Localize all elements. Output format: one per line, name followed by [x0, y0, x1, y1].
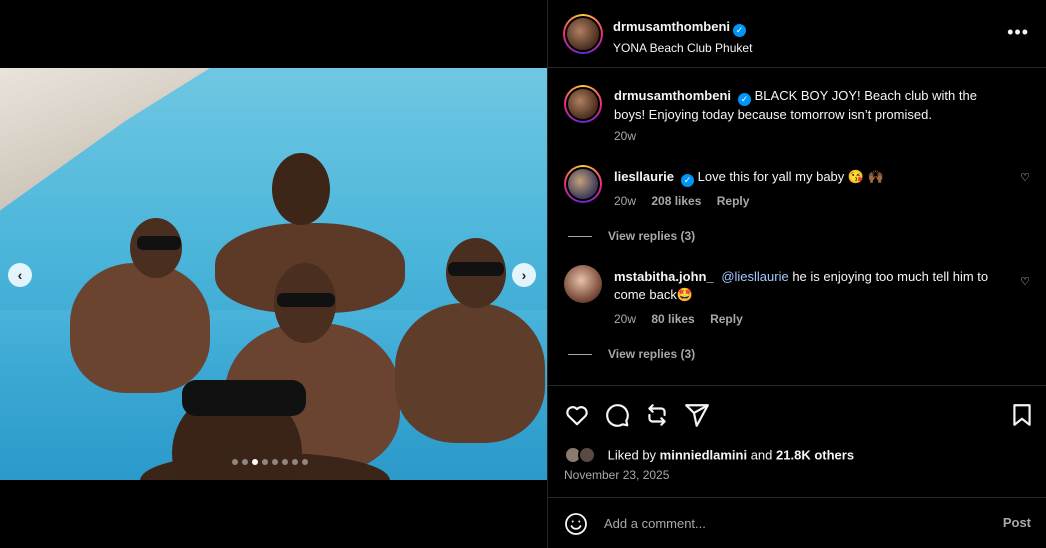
comment-icon: [606, 404, 629, 427]
repost-icon: [648, 404, 666, 426]
post-header: drmusamthombeni ✓ YONA Beach Club Phuket …: [548, 0, 1046, 68]
comment-likes[interactable]: 80 likes: [651, 312, 694, 326]
carousel-dot: [282, 459, 288, 465]
comment-mention[interactable]: @liesllaurie: [721, 269, 788, 284]
post-location[interactable]: YONA Beach Club Phuket: [613, 41, 752, 55]
caption-avatar[interactable]: [564, 85, 602, 123]
more-horizontal-icon: •••: [1007, 22, 1029, 42]
reply-button[interactable]: Reply: [717, 194, 750, 208]
comment-item: mstabitha.john_ @liesllaurie he is enjoy…: [564, 265, 1034, 365]
comment-button[interactable]: [604, 402, 630, 428]
comment-time: 20w: [614, 312, 637, 326]
commenter-username[interactable]: liesllaurie: [614, 169, 674, 184]
author-avatar[interactable]: [563, 14, 603, 54]
comment-item: liesllaurie ✓ Love this for yall my baby …: [564, 165, 1034, 255]
comments-list: drmusamthombeni ✓ BLACK BOY JOY! Beach cl…: [548, 69, 1046, 385]
view-replies-button[interactable]: View replies (3): [568, 347, 695, 361]
post-panel: drmusamthombeni ✓ YONA Beach Club Phuket …: [547, 0, 1046, 548]
caption-username[interactable]: drmusamthombeni: [614, 88, 731, 103]
heart-outline-icon: ♡: [1020, 276, 1030, 288]
heart-icon: [566, 406, 588, 426]
comment-like-button[interactable]: ♡: [1020, 275, 1030, 288]
carousel-dot: [302, 459, 308, 465]
comment-text: Love this for yall my baby 😘 🙌🏾: [697, 169, 884, 184]
view-replies-button[interactable]: View replies (3): [568, 229, 695, 243]
like-button[interactable]: [564, 402, 590, 428]
repost-button[interactable]: [644, 402, 670, 428]
post-photo[interactable]: ‹ ›: [0, 68, 547, 480]
caption-time: 20w: [614, 129, 637, 143]
pool-deck: [0, 68, 210, 211]
post-comment-button[interactable]: Post: [1003, 515, 1031, 530]
emoji-icon: [565, 513, 587, 535]
add-comment-bar: Post: [548, 497, 1046, 548]
previous-slide-button[interactable]: ‹: [8, 263, 32, 287]
carousel-dot: [252, 459, 258, 465]
verified-badge-icon: ✓: [680, 174, 694, 187]
verified-badge-icon: ✓: [738, 93, 752, 106]
carousel-dot: [292, 459, 298, 465]
commenter-avatar[interactable]: [564, 165, 602, 203]
emoji-button[interactable]: [564, 512, 588, 536]
commenter-avatar[interactable]: [564, 265, 602, 303]
carousel-dot: [262, 459, 268, 465]
save-button[interactable]: [1009, 402, 1035, 428]
commenter-username[interactable]: mstabitha.john_: [614, 269, 714, 284]
comment-likes[interactable]: 208 likes: [651, 194, 701, 208]
liked-by-others[interactable]: 21.8K others: [776, 447, 854, 462]
chevron-right-icon: ›: [521, 267, 527, 283]
post-media: ‹ ›: [0, 0, 547, 548]
heart-outline-icon: ♡: [1020, 172, 1030, 184]
liked-by-user[interactable]: minniedlamini: [660, 447, 747, 462]
chevron-left-icon: ‹: [17, 267, 23, 283]
reply-button[interactable]: Reply: [710, 312, 743, 326]
bookmark-icon: [1013, 404, 1031, 426]
carousel-dot: [242, 459, 248, 465]
caption: drmusamthombeni ✓ BLACK BOY JOY! Beach cl…: [564, 85, 1034, 145]
more-options-button[interactable]: •••: [1007, 22, 1029, 43]
post-actions: [548, 385, 1046, 445]
comment-time: 20w: [614, 194, 637, 208]
send-icon: [685, 404, 709, 427]
share-button[interactable]: [684, 402, 710, 428]
next-slide-button[interactable]: ›: [512, 263, 536, 287]
comment-like-button[interactable]: ♡: [1020, 171, 1030, 184]
liked-by: Liked by minniedlamini and 21.8K others: [564, 446, 854, 466]
verified-badge-icon: ✓: [733, 24, 747, 37]
liked-by-avatars[interactable]: [564, 446, 600, 466]
carousel-dot: [232, 459, 238, 465]
author-username[interactable]: drmusamthombeni: [613, 19, 730, 34]
add-comment-input[interactable]: [604, 511, 984, 535]
carousel-indicator: [232, 459, 308, 465]
carousel-dot: [272, 459, 278, 465]
post-date[interactable]: November 23, 2025: [564, 468, 669, 482]
